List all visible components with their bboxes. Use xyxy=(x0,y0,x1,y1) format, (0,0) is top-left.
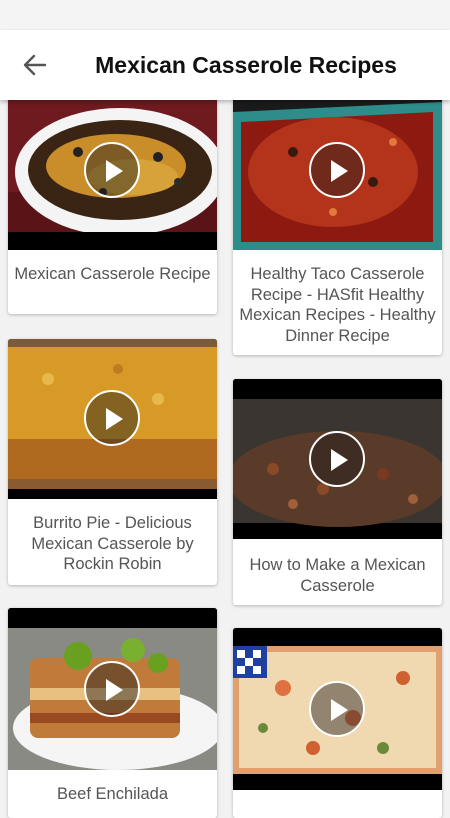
video-title: Mexican Casserole Recipe xyxy=(14,265,211,283)
play-icon xyxy=(331,449,348,471)
video-title: Burrito Pie - Delicious Mexican Casserol… xyxy=(31,514,194,573)
video-title: How to Make a Mexican Casserole xyxy=(249,556,426,595)
play-icon xyxy=(106,408,123,430)
video-thumbnail[interactable] xyxy=(8,82,217,250)
status-bar xyxy=(0,0,450,30)
play-button[interactable] xyxy=(309,681,365,737)
video-title: Beef Enchilada xyxy=(57,785,168,803)
play-button[interactable] xyxy=(84,390,140,446)
video-thumbnail[interactable] xyxy=(233,379,442,539)
video-thumbnail[interactable] xyxy=(233,628,442,790)
play-button[interactable] xyxy=(309,431,365,487)
video-title: Healthy Taco Casserole Recipe - HASfit H… xyxy=(239,265,436,345)
video-thumbnail[interactable] xyxy=(233,82,442,250)
page-title: Mexican Casserole Recipes xyxy=(95,52,397,78)
play-icon xyxy=(106,679,123,701)
play-button[interactable] xyxy=(84,142,140,198)
video-thumbnail[interactable] xyxy=(8,608,217,770)
video-card[interactable]: Mexican Casserole Recipe xyxy=(8,82,217,314)
video-card[interactable]: Beef Enchilada xyxy=(8,608,217,818)
play-icon xyxy=(106,160,123,182)
video-card[interactable]: Healthy Taco Casserole Recipe - HASfit H… xyxy=(233,82,442,355)
play-button[interactable] xyxy=(84,661,140,717)
play-icon xyxy=(331,699,348,721)
play-icon xyxy=(331,160,348,182)
video-thumbnail[interactable] xyxy=(8,339,217,499)
video-card[interactable]: Burrito Pie - Delicious Mexican Casserol… xyxy=(8,339,217,585)
play-button[interactable] xyxy=(309,142,365,198)
video-card[interactable] xyxy=(233,628,442,818)
app-bar: Mexican Casserole Recipes xyxy=(0,30,450,100)
video-card[interactable]: How to Make a Mexican Casserole xyxy=(233,379,442,605)
